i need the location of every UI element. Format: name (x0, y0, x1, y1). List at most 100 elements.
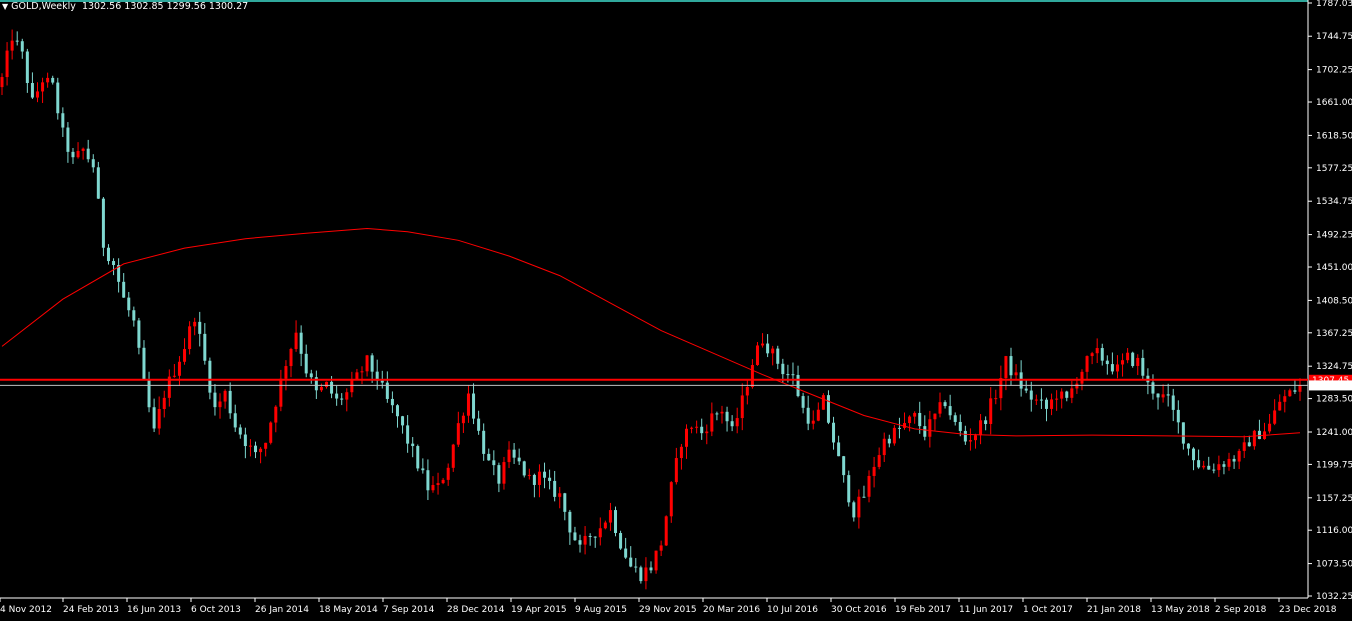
time-tick-label: 30 Oct 2016 (831, 605, 887, 615)
candle-body (1055, 398, 1059, 400)
candle-body (390, 398, 394, 406)
candle-body (162, 397, 166, 409)
candle-body (837, 442, 841, 457)
candle-body (56, 82, 60, 114)
candle-body (177, 361, 181, 376)
candle-body (466, 393, 470, 416)
price-tick-label: 1451.00 (1316, 263, 1352, 273)
candle-body (482, 430, 486, 454)
candle-body (892, 427, 896, 444)
candle-body (137, 320, 141, 348)
price-tick-label: 1661.00 (1316, 98, 1352, 108)
candle-body (1009, 356, 1013, 376)
candle-body (603, 522, 607, 529)
price-tick-label: 1073.50 (1316, 560, 1352, 570)
candle-body (1039, 399, 1043, 401)
price-tick-label: 1157.25 (1316, 494, 1352, 504)
time-tick-label: 7 Sep 2014 (383, 605, 435, 615)
price-tick-label: 1199.75 (1316, 460, 1352, 470)
time-tick-label: 1 Oct 2017 (1023, 605, 1073, 615)
candle-body (1075, 383, 1079, 389)
candle-body (867, 475, 871, 497)
candle-body (431, 484, 435, 491)
candle-body (517, 457, 521, 462)
candle-body (487, 453, 491, 461)
candle-body (46, 77, 50, 83)
candle-body (725, 411, 729, 422)
candle-body (294, 332, 298, 349)
price-axis: 1787.03 1744.75 1702.25 1661.00 1618.50 1577.… (1308, 0, 1352, 602)
price-tick-label: 1492.25 (1316, 231, 1352, 241)
time-tick-label: 28 Dec 2014 (447, 605, 505, 615)
candle-body (446, 467, 450, 480)
candle-body (1156, 393, 1160, 398)
candle-body (1186, 443, 1190, 449)
candle-body (963, 430, 967, 442)
price-tick-label: 1577.25 (1316, 164, 1352, 174)
candle-body (1034, 399, 1038, 401)
candle-body (766, 343, 770, 354)
price-chart[interactable]: 1787.03 1744.75 1702.25 1661.00 1618.50 1577.… (0, 0, 1352, 621)
candle-body (1181, 422, 1185, 444)
candle-body (715, 413, 719, 415)
candle-body (857, 496, 861, 518)
time-tick-label: 19 Feb 2017 (895, 605, 951, 615)
candle-body (532, 474, 536, 485)
time-tick-label: 23 Dec 2018 (1279, 605, 1337, 615)
candle-body (41, 82, 45, 92)
candle-body (477, 418, 481, 431)
price-tick-label: 1408.50 (1316, 296, 1352, 306)
candle-body (365, 355, 369, 372)
candle-body (370, 355, 374, 372)
candle-body (619, 533, 623, 549)
candle-body (1029, 390, 1033, 400)
candle-body (421, 468, 425, 471)
candle-body (527, 474, 531, 476)
candle-body (826, 395, 830, 423)
candle-body (1283, 396, 1287, 402)
time-tick-label: 29 Nov 2015 (639, 605, 697, 615)
candle-body (456, 423, 460, 445)
candle-body (553, 480, 557, 497)
candle-body (821, 395, 825, 410)
candle-body (1080, 371, 1084, 384)
candle-body (897, 427, 901, 429)
candle-body (832, 422, 836, 443)
candle-body (669, 482, 673, 517)
candle-body (740, 395, 744, 419)
candle-body (76, 150, 80, 158)
candle-body (91, 159, 95, 168)
candles-group (0, 29, 1302, 590)
candle-body (953, 415, 957, 422)
candle-body (395, 405, 399, 417)
candle-body (634, 566, 638, 568)
candle-body (624, 548, 628, 558)
candle-body (203, 333, 207, 361)
candle-body (279, 378, 283, 407)
time-tick-label: 26 Jan 2014 (255, 605, 309, 615)
candle-body (887, 438, 891, 444)
candle-body (411, 443, 415, 447)
candle-body (588, 535, 592, 537)
candle-body (406, 425, 410, 444)
time-tick-label: 18 May 2014 (319, 605, 378, 615)
candle-body (325, 381, 328, 387)
candle-body (122, 281, 126, 298)
candle-body (999, 378, 1003, 399)
candle-body (806, 407, 810, 424)
candle-body (573, 532, 577, 541)
candle-body (578, 540, 582, 545)
candle-body (684, 428, 688, 447)
candle-body (208, 360, 212, 393)
candle-body (330, 381, 334, 394)
candle-body (1298, 385, 1302, 392)
candle-body (238, 427, 242, 435)
time-tick-label: 9 Aug 2015 (575, 605, 627, 615)
candle-body (614, 510, 618, 534)
candle-body (710, 413, 714, 432)
candle-body (923, 426, 927, 437)
candle-body (735, 418, 739, 427)
candle-body (750, 365, 754, 388)
candle-body (507, 449, 511, 463)
candle-body (248, 445, 252, 447)
